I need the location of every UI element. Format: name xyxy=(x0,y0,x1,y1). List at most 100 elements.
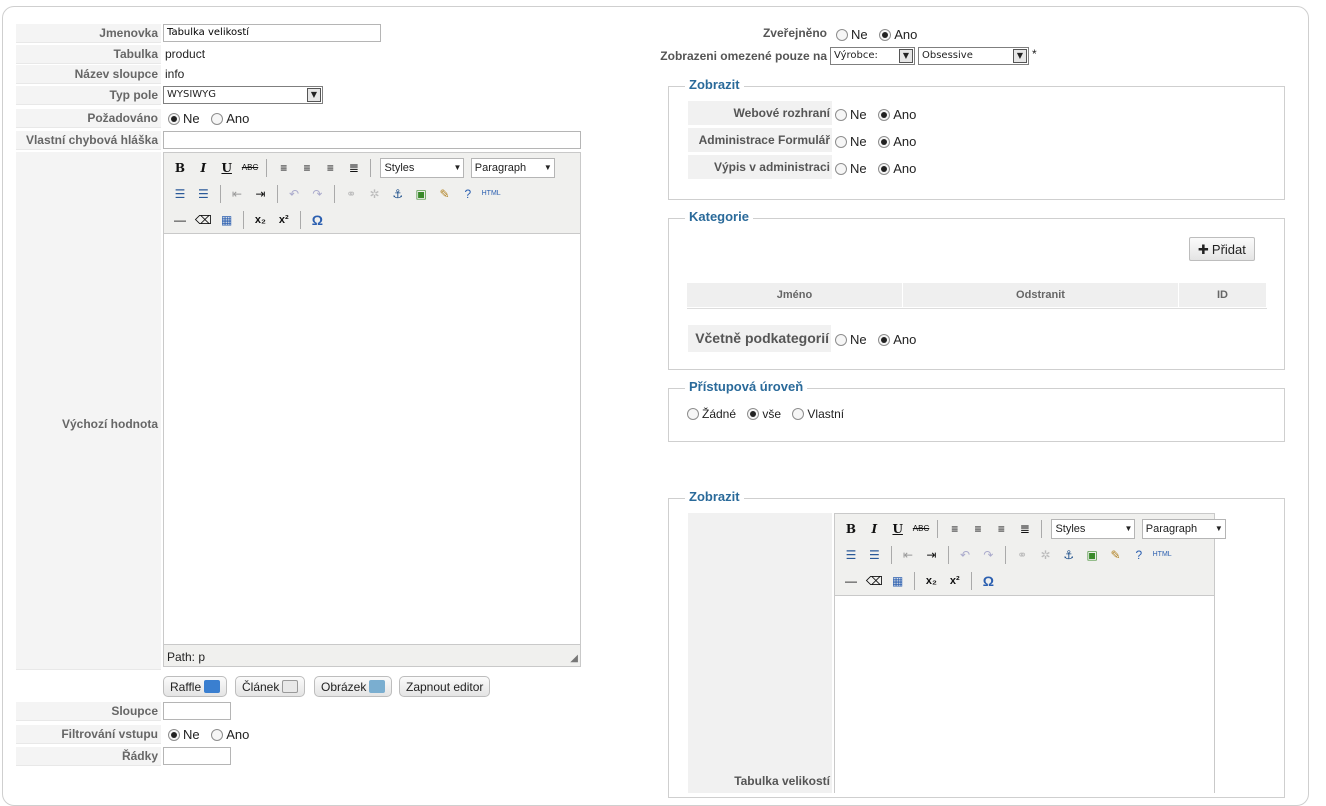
bullet-list-icon[interactable]: ☰ xyxy=(841,545,861,565)
chybova-hlaska-input[interactable] xyxy=(163,131,581,149)
link-icon[interactable]: ⚭ xyxy=(341,184,361,204)
obsessive-select[interactable]: Obsessive ▼ xyxy=(918,47,1029,65)
typ-pole-select[interactable]: WYSIWYG ▼ xyxy=(163,86,323,104)
align-right-icon[interactable]: ≡ xyxy=(991,519,1011,539)
format-dropdown-value: Paragraph xyxy=(474,162,527,174)
redo-icon[interactable]: ↷ xyxy=(307,184,327,204)
redo-icon[interactable]: ↷ xyxy=(978,545,998,565)
eraser-icon[interactable]: ⌫ xyxy=(864,571,884,591)
clanek-button[interactable]: Článek xyxy=(235,676,306,697)
bullet-list-icon[interactable]: ☰ xyxy=(170,184,190,204)
cleanup-icon[interactable]: ✎ xyxy=(1105,545,1125,565)
pozadovano-ne-radio[interactable] xyxy=(168,113,180,125)
cleanup-icon[interactable]: ✎ xyxy=(434,184,454,204)
pozadovano-ano-radio[interactable] xyxy=(211,113,224,125)
indent-icon[interactable]: ⇥ xyxy=(921,545,941,565)
outdent-icon[interactable]: ⇤ xyxy=(227,184,247,204)
vypis-ne-radio[interactable] xyxy=(835,163,847,175)
zapnout-editor-button[interactable]: Zapnout editor xyxy=(399,676,491,697)
administrace-ne-radio[interactable] xyxy=(835,136,847,148)
align-justify-icon[interactable]: ≣ xyxy=(344,158,364,178)
bold-button[interactable]: B xyxy=(170,158,190,178)
vcetne-ano-radio[interactable] xyxy=(878,334,891,346)
italic-button[interactable]: I xyxy=(193,158,213,178)
undo-icon[interactable]: ↶ xyxy=(284,184,304,204)
numbered-list-icon[interactable]: ☰ xyxy=(864,545,884,565)
pristup-vse-radio[interactable] xyxy=(747,408,760,420)
zverejneno-ano-radio[interactable] xyxy=(879,29,892,41)
eraser-icon[interactable]: ⌫ xyxy=(193,210,213,230)
zverejneno-ne-radio[interactable] xyxy=(836,29,848,41)
pristup-radio-group: Žádné vše Vlastní xyxy=(687,407,852,421)
column-header-jmeno: Jméno xyxy=(687,283,903,307)
label-zobrazeni-omezene: Zobrazeni omezené pouze na xyxy=(660,49,827,63)
align-left-icon[interactable]: ≡ xyxy=(945,519,965,539)
special-char-button[interactable]: Ω xyxy=(978,571,998,591)
bold-button[interactable]: B xyxy=(841,519,861,539)
filtrovani-ne-radio[interactable] xyxy=(168,729,180,741)
vcetne-ano-label: Ano xyxy=(893,332,917,347)
pristup-zadne-radio[interactable] xyxy=(687,408,699,420)
special-char-button[interactable]: Ω xyxy=(307,210,327,230)
administrace-ano-radio[interactable] xyxy=(878,136,891,148)
horizontal-rule-icon[interactable]: — xyxy=(841,571,861,591)
unlink-icon[interactable]: ✲ xyxy=(364,184,384,204)
vypis-ano-radio[interactable] xyxy=(878,163,891,175)
indent-icon[interactable]: ⇥ xyxy=(250,184,270,204)
jmenovka-input[interactable]: Tabulka velikostí xyxy=(163,24,381,42)
horizontal-rule-icon[interactable]: — xyxy=(170,210,190,230)
undo-icon[interactable]: ↶ xyxy=(955,545,975,565)
align-left-icon[interactable]: ≡ xyxy=(274,158,294,178)
underline-button[interactable]: U xyxy=(888,519,908,539)
pristup-vse-label: vše xyxy=(762,407,782,421)
numbered-list-icon[interactable]: ☰ xyxy=(193,184,213,204)
styles-dropdown[interactable]: Styles ▼ xyxy=(380,158,465,178)
styles-dropdown[interactable]: Styles ▼ xyxy=(1051,519,1136,539)
vyrobce-select[interactable]: Výrobce: ▼ xyxy=(830,47,915,65)
webove-ne-radio[interactable] xyxy=(835,109,847,121)
html-source-button[interactable]: HTML xyxy=(481,184,501,204)
outdent-icon[interactable]: ⇤ xyxy=(898,545,918,565)
table-icon[interactable]: ▦ xyxy=(217,210,237,230)
anchor-icon[interactable]: ⚓ xyxy=(1059,545,1079,565)
subscript-button[interactable]: x₂ xyxy=(250,210,270,230)
align-center-icon[interactable]: ≡ xyxy=(968,519,988,539)
editor2-content-area[interactable] xyxy=(835,595,1214,795)
raffle-button[interactable]: Raffle xyxy=(163,676,228,697)
format-dropdown[interactable]: Paragraph ▼ xyxy=(470,158,555,178)
pristup-vlastni-radio[interactable] xyxy=(792,408,805,420)
table-icon[interactable]: ▦ xyxy=(888,571,908,591)
help-icon[interactable]: ? xyxy=(1129,545,1149,565)
image-icon[interactable]: ▣ xyxy=(1082,545,1102,565)
strikethrough-button[interactable]: ABC xyxy=(911,519,931,539)
pristup-zadne-label: Žádné xyxy=(702,407,737,421)
align-right-icon[interactable]: ≡ xyxy=(320,158,340,178)
filtrovani-ano-radio[interactable] xyxy=(211,729,224,741)
label-tabulka-velikosti: Tabulka velikostí xyxy=(688,513,832,793)
label-chybova-hlaska: Vlastní chybová hláška xyxy=(16,131,161,150)
sloupce-input[interactable] xyxy=(163,702,231,720)
editor-content-area[interactable] xyxy=(164,233,580,645)
unlink-icon[interactable]: ✲ xyxy=(1035,545,1055,565)
underline-button[interactable]: U xyxy=(217,158,237,178)
vcetne-ne-radio[interactable] xyxy=(835,334,847,346)
label-vcetne-podkategorii: Včetně podkategorií xyxy=(688,325,831,352)
align-center-icon[interactable]: ≡ xyxy=(297,158,317,178)
html-source-button[interactable]: HTML xyxy=(1152,545,1172,565)
subscript-button[interactable]: x₂ xyxy=(921,571,941,591)
format-dropdown[interactable]: Paragraph ▼ xyxy=(1141,519,1226,539)
strikethrough-button[interactable]: ABC xyxy=(240,158,260,178)
italic-button[interactable]: I xyxy=(864,519,884,539)
radky-input[interactable] xyxy=(163,747,231,765)
obrazek-button[interactable]: Obrázek xyxy=(314,676,393,697)
superscript-button[interactable]: x² xyxy=(274,210,294,230)
webove-ano-radio[interactable] xyxy=(878,109,891,121)
image-icon[interactable]: ▣ xyxy=(411,184,431,204)
superscript-button[interactable]: x² xyxy=(945,571,965,591)
resize-handle-icon[interactable]: ◢ xyxy=(570,653,578,664)
align-justify-icon[interactable]: ≣ xyxy=(1015,519,1035,539)
pridat-button[interactable]: ✚ Přidat xyxy=(1189,237,1255,261)
help-icon[interactable]: ? xyxy=(458,184,478,204)
anchor-icon[interactable]: ⚓ xyxy=(388,184,408,204)
link-icon[interactable]: ⚭ xyxy=(1012,545,1032,565)
